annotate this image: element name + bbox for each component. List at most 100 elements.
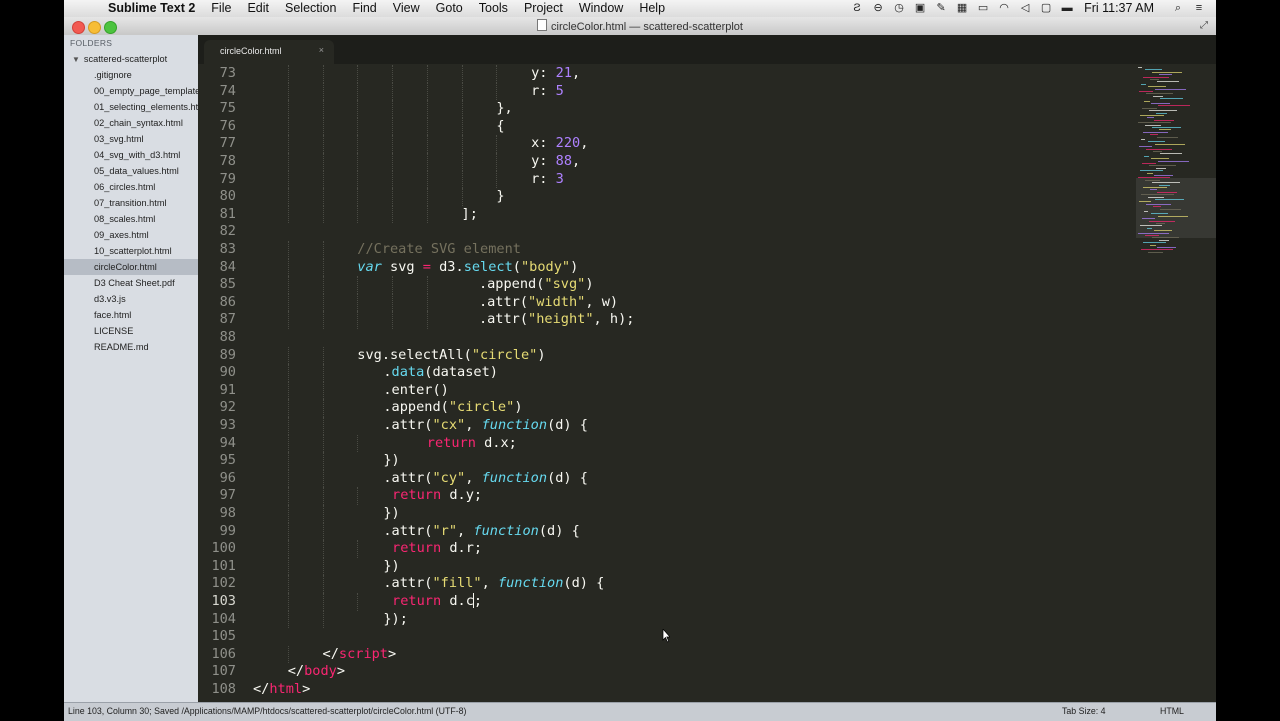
code-text: .attr("cy", function(d) { xyxy=(383,470,588,488)
dropbox-icon[interactable]: ▣ xyxy=(913,2,927,14)
sidebar-file-item[interactable]: 08_scales.html xyxy=(64,211,198,227)
code-line: 103 return d.c; xyxy=(198,593,1216,611)
menu-find[interactable]: Find xyxy=(352,1,376,15)
menu-clock[interactable]: Fri 11:37 AM xyxy=(1084,1,1154,15)
menu-help[interactable]: Help xyxy=(639,1,665,15)
code-token: svg xyxy=(381,258,423,275)
menu-window[interactable]: Window xyxy=(579,1,623,15)
indent-guide xyxy=(322,557,324,576)
indent-guide xyxy=(392,276,394,294)
syntax-selector[interactable]: HTML xyxy=(1160,706,1184,716)
sidebar-file-item[interactable]: LICENSE xyxy=(64,323,198,339)
time-machine-icon[interactable]: ◷ xyxy=(892,2,906,14)
code-token: var xyxy=(357,258,382,275)
line-number: 87 xyxy=(219,311,236,328)
sidebar-file-item[interactable]: 10_scatterplot.html xyxy=(64,243,198,259)
menu-selection[interactable]: Selection xyxy=(285,1,336,15)
mouse-cursor-icon xyxy=(662,629,670,643)
minimap-line xyxy=(1153,151,1162,152)
sidebar-file-item[interactable]: circleColor.html xyxy=(64,259,198,275)
line-number: 74 xyxy=(219,82,236,99)
code-token: , xyxy=(580,135,589,152)
code-token: , xyxy=(572,153,581,169)
minimap-line xyxy=(1152,127,1181,128)
tab-label: circleColor.html xyxy=(220,46,282,56)
code-token: d.c xyxy=(441,593,474,609)
sidebar-file-item[interactable]: face.html xyxy=(64,307,198,323)
keyboard-icon[interactable]: ▭ xyxy=(976,2,990,14)
sidebar-file-item[interactable]: 06_circles.html xyxy=(64,179,198,195)
indent-guide xyxy=(287,364,289,382)
sidebar-file-item[interactable]: 00_empty_page_template.html xyxy=(64,83,198,99)
minimap-line xyxy=(1150,79,1159,80)
code-line: 79 r: 3 xyxy=(198,170,1216,189)
sidebar: FOLDERS ▼ scattered-scatterplot .gitignor… xyxy=(64,35,199,702)
code-token: "r" xyxy=(432,522,458,539)
indent-guide xyxy=(357,82,359,101)
minimap-line xyxy=(1152,71,1182,73)
sidebar-file-item[interactable]: 07_transition.html xyxy=(64,195,198,211)
menu-goto[interactable]: Goto xyxy=(436,1,463,15)
sidebar-file-item[interactable]: 09_axes.html xyxy=(64,227,198,243)
battery-icon[interactable]: ▬ xyxy=(1060,2,1074,14)
code-token: ( xyxy=(512,258,521,275)
line-number: 86 xyxy=(219,293,236,310)
tab-circlecolor[interactable]: circleColor.html × xyxy=(204,40,334,64)
list-icon[interactable]: ≡ xyxy=(1192,2,1206,14)
indent-guide xyxy=(461,135,463,153)
code-line: 99 .attr("r", function(d) { xyxy=(198,522,1216,541)
minimap-line xyxy=(1154,230,1172,232)
display-icon[interactable]: ▢ xyxy=(1039,2,1053,14)
sidebar-file-item[interactable]: 02_chain_syntax.html xyxy=(64,115,198,131)
sidebar-file-item[interactable]: 04_svg_with_d3.html xyxy=(64,147,198,163)
indent-guide xyxy=(322,452,324,470)
wifi-icon[interactable]: ◠ xyxy=(997,2,1011,14)
menu-app-name[interactable]: Sublime Text 2 xyxy=(108,1,195,15)
sidebar-file-item[interactable]: .gitignore xyxy=(64,67,198,83)
sidebar-file-item[interactable]: 01_selecting_elements.html xyxy=(64,99,198,115)
minimap[interactable] xyxy=(1136,65,1216,275)
minimap-line xyxy=(1145,179,1160,181)
indent-guide xyxy=(392,311,394,329)
menu-project[interactable]: Project xyxy=(524,1,563,15)
sidebar-file-item[interactable]: README.md xyxy=(64,339,198,355)
script-icon[interactable]: Ƨ xyxy=(850,2,864,14)
indent-guide xyxy=(322,65,324,83)
sync-icon[interactable]: ⊖ xyxy=(871,2,885,14)
minimap-line xyxy=(1147,117,1154,119)
code-token: ) xyxy=(570,258,579,275)
grid-icon[interactable]: ▦ xyxy=(955,2,969,14)
menu-file[interactable]: File xyxy=(211,1,231,15)
tab-bar: circleColor.html × xyxy=(198,35,1216,64)
window-title-bar: circleColor.html — scattered-scatterplot… xyxy=(64,17,1216,36)
disclosure-triangle-icon[interactable]: ▼ xyxy=(72,55,80,64)
sidebar-file-item[interactable]: d3.v3.js xyxy=(64,291,198,307)
sidebar-file-item[interactable]: 03_svg.html xyxy=(64,131,198,147)
indent-guide xyxy=(287,381,289,400)
minimap-line xyxy=(1147,227,1152,229)
minimap-line xyxy=(1149,110,1177,112)
indent-guide xyxy=(287,557,289,576)
sidebar-file-item[interactable]: 05_data_values.html xyxy=(64,163,198,179)
tools-icon[interactable]: ✎ xyxy=(934,2,948,14)
code-area[interactable]: 73 y: 21, 74 r: 5 75}, 76 {77 x: 220, 78 y: 88, 79… xyxy=(198,65,1128,702)
line-number: 99 xyxy=(219,522,236,539)
code-token: .append( xyxy=(383,399,449,416)
tab-close-icon[interactable]: × xyxy=(319,45,324,55)
menu-view[interactable]: View xyxy=(393,1,420,15)
minimap-line xyxy=(1143,131,1168,133)
fullscreen-icon[interactable]: ⤢ xyxy=(1200,20,1208,31)
search-icon[interactable]: ⌕ xyxy=(1171,2,1185,14)
line-number: 108 xyxy=(211,681,236,697)
volume-icon[interactable]: ◁ xyxy=(1018,2,1032,14)
status-bar: Line 103, Column 30; Saved /Applications… xyxy=(64,702,1216,721)
sidebar-file-item[interactable]: D3 Cheat Sheet.pdf xyxy=(64,275,198,291)
sidebar-folder[interactable]: ▼ scattered-scatterplot xyxy=(72,54,167,64)
line-number: 85 xyxy=(219,276,236,293)
menu-tools[interactable]: Tools xyxy=(479,1,508,15)
tab-size-selector[interactable]: Tab Size: 4 xyxy=(1062,706,1106,716)
menu-edit[interactable]: Edit xyxy=(247,1,269,15)
code-token: return xyxy=(392,593,442,609)
indent-guide xyxy=(357,540,359,558)
indent-guide xyxy=(357,135,359,153)
